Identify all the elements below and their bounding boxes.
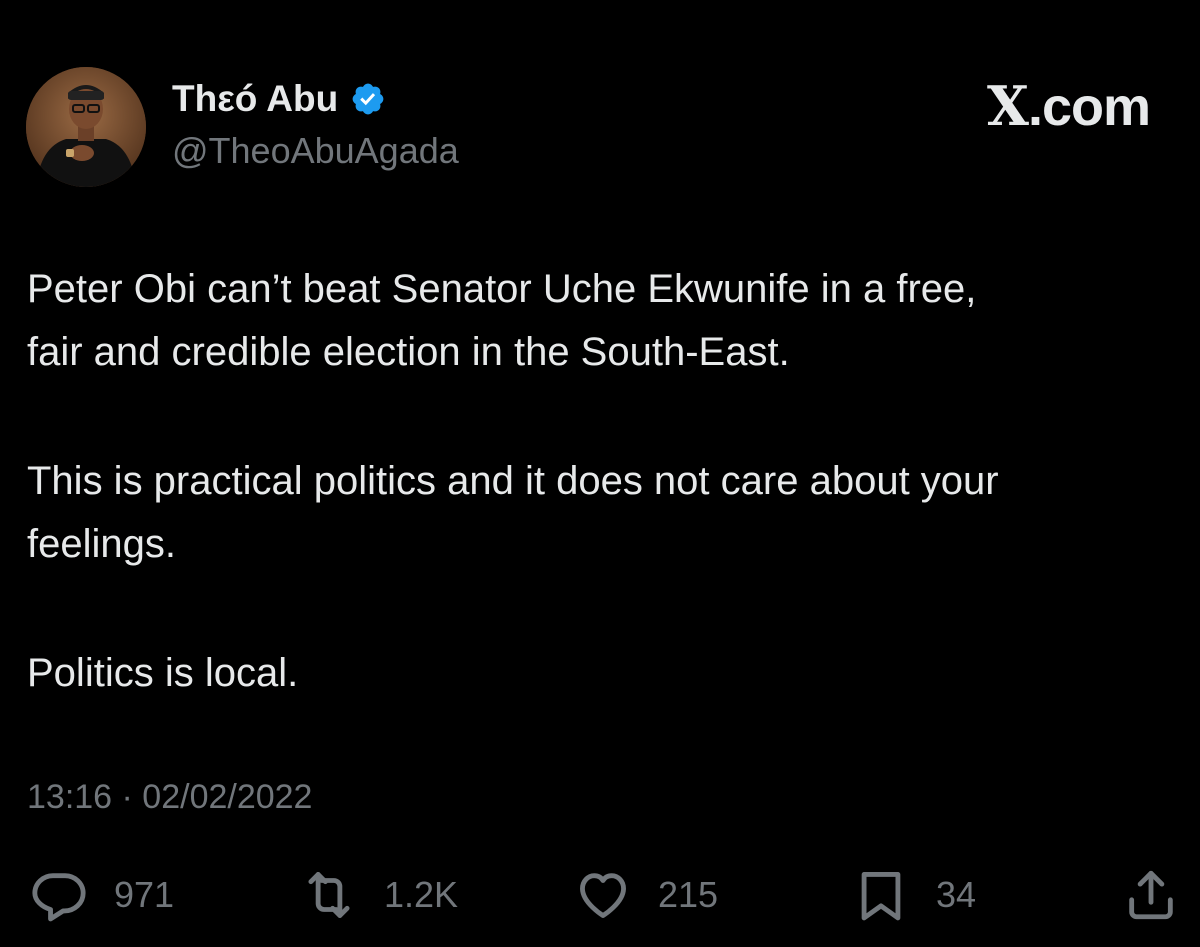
display-name[interactable]: Thεó Abu [172,78,338,120]
action-bar: 971 1.2K 215 34 [0,862,1200,932]
heart-icon [574,866,632,924]
bookmark-button[interactable]: 34 [852,862,976,928]
share-button[interactable] [1122,862,1180,928]
bookmark-count: 34 [936,874,977,915]
tweet-text: Peter Obi can’t beat Senator Uche Ekwuni… [27,258,1177,771]
verified-badge-icon [350,81,386,117]
tweet-paragraph: Peter Obi can’t beat Senator Uche Ekwuni… [27,267,977,374]
avatar-image [26,67,146,187]
tweet-card: Thεó Abu @TheoAbuAgada X.com Peter Obi c… [0,0,1200,947]
tweet-paragraph: This is practical politics and it does n… [27,459,999,566]
share-icon [1122,866,1180,924]
retweet-button[interactable]: 1.2K [300,862,458,928]
like-button[interactable]: 215 [574,862,718,928]
bookmark-icon [852,866,910,924]
reply-button[interactable]: 971 [30,862,174,928]
x-logo-letter: X [987,74,1029,138]
like-count: 215 [658,874,719,915]
reply-icon [30,866,88,924]
tweet-paragraph: Politics is local. [27,651,299,695]
reply-count: 971 [114,874,175,915]
avatar[interactable] [26,67,146,187]
retweet-count: 1.2K [384,874,459,915]
author-handle[interactable]: @TheoAbuAgada [172,130,459,172]
brand-suffix: .com [1027,77,1151,137]
brand-logo: X.com [987,74,1151,138]
tweet-timestamp[interactable]: 13:16 · 02/02/2022 [27,778,312,817]
author-name-row: Thεó Abu [172,78,386,120]
retweet-icon [300,866,358,924]
